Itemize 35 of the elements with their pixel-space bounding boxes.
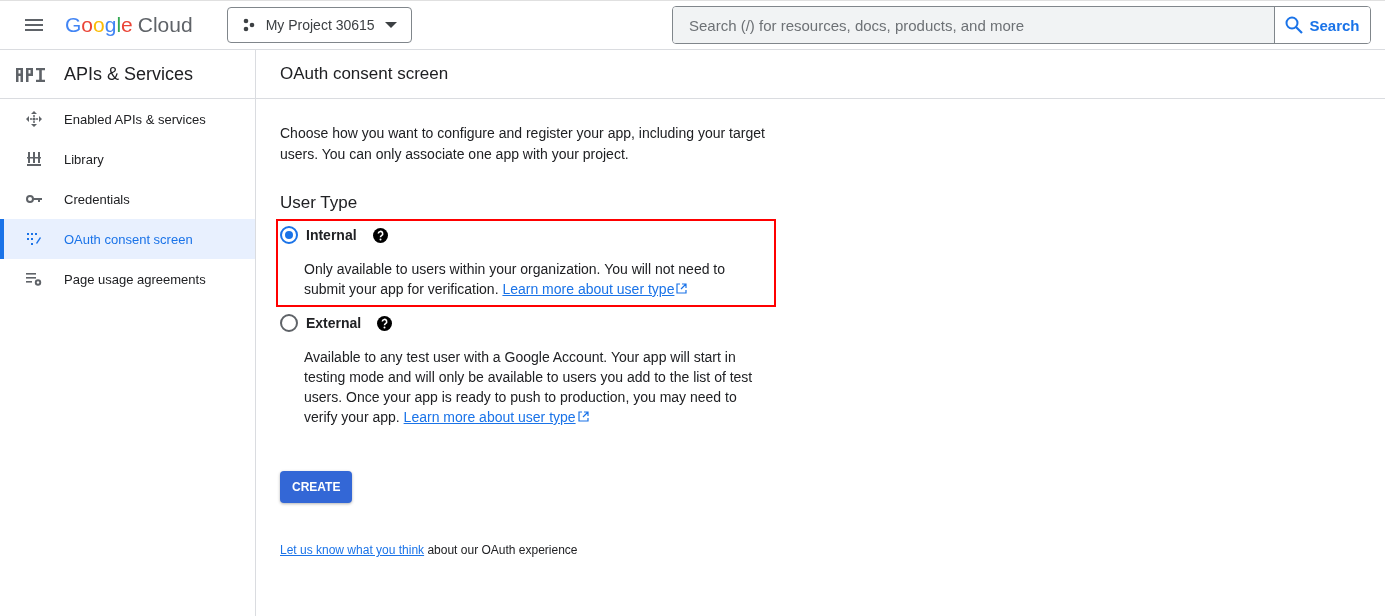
project-icon — [241, 18, 256, 32]
radio-button[interactable] — [280, 226, 298, 244]
feedback-link[interactable]: Let us know what you think — [280, 543, 425, 557]
sidebar-item[interactable]: Enabled APIs & services — [0, 99, 255, 139]
move-arrows-icon — [24, 111, 44, 127]
api-icon — [16, 66, 48, 82]
option-description: Available to any test user with a Google Account. Your app will start in testing mode and will only be available to users you add to the list of test users. Once your app is ready to push to production, you may need to verify your app. Learn more about user type — [304, 348, 754, 427]
learn-more-link[interactable]: Learn more about user type — [403, 409, 589, 425]
list-gear-icon — [24, 272, 44, 286]
sidebar-item[interactable]: Library — [0, 139, 255, 179]
option-label: External — [306, 315, 362, 331]
sidebar-item[interactable]: Credentials — [0, 179, 255, 219]
google-cloud-logo[interactable]: Google Cloud — [65, 13, 193, 37]
create-button[interactable]: CREATE — [280, 471, 353, 503]
intro-text: Choose how you want to configure and register your app, including your target users. You can only associate one app with your project. — [280, 124, 766, 164]
page-title: OAuth consent screen — [280, 64, 449, 84]
sidebar-item[interactable]: OAuth consent screen — [0, 219, 255, 259]
option-label: Internal — [306, 227, 357, 243]
help-icon[interactable] — [372, 227, 388, 243]
key-icon — [24, 194, 44, 204]
section-title: User Type — [280, 193, 359, 213]
external-link-icon — [577, 411, 589, 422]
caret-icon — [384, 22, 397, 28]
help-icon[interactable] — [377, 315, 393, 331]
menu-icon[interactable] — [25, 19, 43, 31]
learn-more-link[interactable]: Learn more about user type — [502, 281, 688, 297]
feedback-text: Let us know what you think about our OAuth experience — [280, 543, 579, 557]
option-description: Only available to users within your organization. You will not need to submit your app for verification. Learn more about user type — [304, 260, 727, 299]
sidebar-item[interactable]: Page usage agreements — [0, 259, 255, 299]
project-picker[interactable]: My Project 30615 — [226, 7, 412, 43]
library-icon — [24, 152, 44, 166]
sidebar-title: APIs & Services — [64, 63, 194, 85]
radio-button[interactable] — [280, 314, 298, 332]
dotted-grid-icon — [24, 233, 44, 245]
external-link-icon — [676, 283, 688, 294]
